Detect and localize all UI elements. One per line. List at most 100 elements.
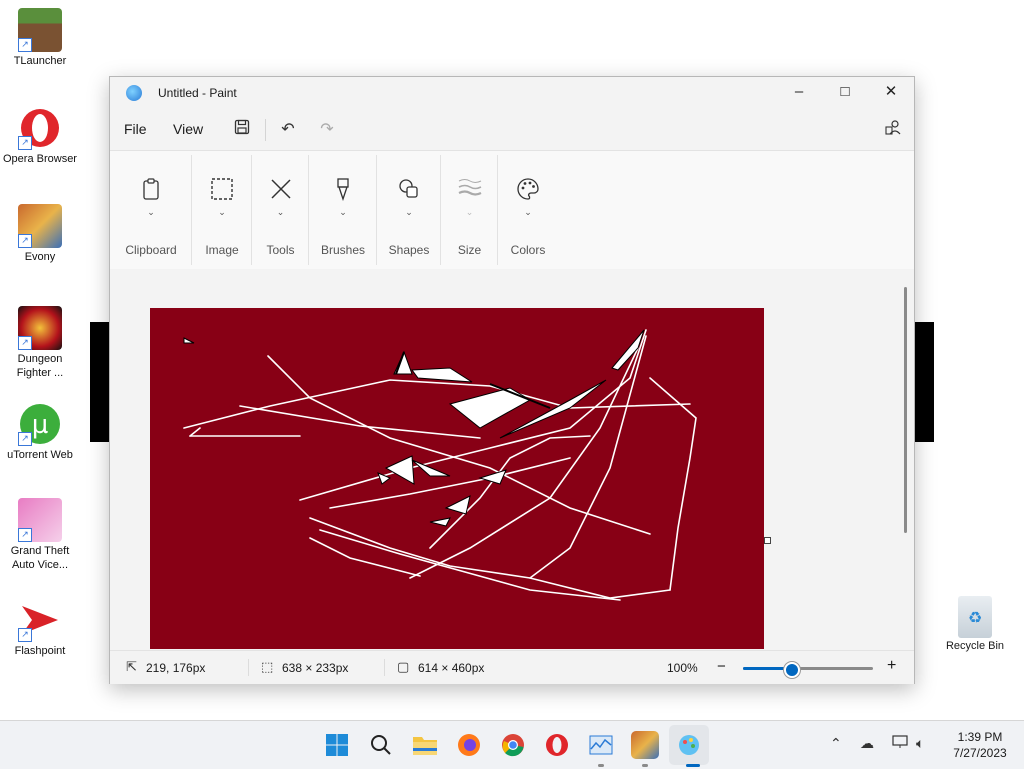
task-manager-icon[interactable] bbox=[587, 731, 615, 759]
desktop-icon-label: Opera Browser bbox=[3, 153, 77, 165]
ribbon-group-label: Clipboard bbox=[125, 243, 177, 257]
canvas-size: 614 × 460px bbox=[418, 661, 485, 675]
desktop-icon-gta-vice-city[interactable]: ↗ Grand Theft Auto Vice... bbox=[2, 498, 78, 572]
recycle-bin-icon: ♻ bbox=[958, 596, 992, 638]
desktop-icon-label: TLauncher bbox=[13, 55, 67, 67]
canvas-size-icon: ▢ bbox=[397, 659, 410, 674]
file-explorer-icon[interactable] bbox=[411, 731, 439, 759]
chevron-down-icon: ⌄ bbox=[465, 207, 474, 217]
desktop-icon-tlauncher[interactable]: ↗ TLauncher bbox=[2, 8, 78, 68]
system-clock[interactable]: 1:39 PM 7/27/2023 bbox=[940, 729, 1020, 761]
desktop-icon-label: Recycle Bin bbox=[945, 640, 1005, 652]
opera-icon[interactable] bbox=[543, 731, 571, 759]
shapes-icon bbox=[396, 177, 422, 203]
clock-time: 1:39 PM bbox=[957, 730, 1003, 744]
close-button[interactable]: ✕ bbox=[868, 77, 914, 109]
cursor-position: 219, 176px bbox=[146, 661, 206, 675]
desktop-icon-label: Evony bbox=[24, 251, 56, 263]
status-bar: ⇱ 219, 176px ⬚ 638 × 233px ▢ 614 × 460px… bbox=[110, 650, 914, 684]
desktop-icon-evony[interactable]: ↗ Evony bbox=[2, 204, 78, 264]
canvas-area bbox=[110, 269, 914, 649]
network-icon[interactable] bbox=[892, 735, 908, 752]
volume-icon[interactable]: 🔈︎ bbox=[916, 735, 924, 752]
chevron-up-icon[interactable]: ⌃ bbox=[830, 735, 842, 752]
running-indicator bbox=[642, 764, 648, 767]
maximize-button[interactable]: □ bbox=[822, 77, 868, 109]
file-menu[interactable]: File bbox=[124, 121, 147, 137]
view-menu[interactable]: View bbox=[173, 121, 203, 137]
ribbon-group-tools[interactable]: ⌄ Tools bbox=[252, 151, 309, 269]
chevron-down-icon: ⌄ bbox=[147, 207, 155, 217]
status-separator bbox=[248, 659, 249, 676]
minimize-button[interactable]: – bbox=[776, 77, 822, 109]
ribbon-group-size[interactable]: ⌄ Size bbox=[441, 151, 498, 269]
clock-date: 7/27/2023 bbox=[953, 746, 1007, 760]
svg-text:µ: µ bbox=[32, 410, 49, 440]
chevron-down-icon: ⌄ bbox=[339, 207, 347, 217]
selection-size-icon: ⬚ bbox=[261, 659, 274, 674]
desktop-icon-flashpoint[interactable]: ↗ Flashpoint bbox=[2, 598, 78, 658]
desktop-icon-label: Flashpoint bbox=[14, 645, 66, 657]
ribbon-toolbar: ⌄ Clipboard ⌄ Image ⌄ Tools ⌄ Brushes ⌄ … bbox=[110, 150, 914, 270]
ribbon-group-colors[interactable]: ⌄ Colors bbox=[498, 151, 558, 269]
cloud-offline-icon[interactable]: ☁ bbox=[860, 735, 874, 752]
menu-bar: File View ↶ ↷ bbox=[110, 111, 914, 149]
evony-icon: ↗ bbox=[18, 204, 62, 248]
desktop-icon-label: Dungeon Fighter ... bbox=[16, 353, 64, 379]
desktop-icon-recycle-bin[interactable]: ♻ Recycle Bin bbox=[940, 596, 1010, 652]
selection-size: 638 × 233px bbox=[282, 661, 349, 675]
menu-separator bbox=[265, 119, 266, 141]
desktop-icon-label: uTorrent Web bbox=[7, 449, 73, 461]
redo-icon[interactable]: ↷ bbox=[316, 119, 338, 141]
desktop-icon-utorrent[interactable]: µ ↗ uTorrent Web bbox=[2, 402, 78, 462]
taskbar: ⌃ ☁ 🔈︎ 1:39 PM 7/27/2023 bbox=[0, 720, 1024, 769]
zoom-out-button[interactable]: − bbox=[717, 658, 726, 675]
canvas-drawing bbox=[183, 329, 697, 601]
desktop-icon-opera[interactable]: ↗ Opera Browser bbox=[2, 106, 78, 166]
firefox-icon[interactable] bbox=[455, 731, 483, 759]
chevron-down-icon: ⌄ bbox=[218, 207, 226, 217]
tools-icon bbox=[268, 177, 294, 203]
desktop-icon-dungeon-fighter[interactable]: ↗ Dungeon Fighter ... bbox=[2, 306, 78, 380]
size-icon bbox=[457, 177, 483, 203]
drawing-canvas[interactable] bbox=[150, 308, 764, 649]
minecraft-block-icon: ↗ bbox=[18, 8, 62, 52]
ribbon-group-shapes[interactable]: ⌄ Shapes bbox=[377, 151, 441, 269]
chrome-icon[interactable] bbox=[499, 731, 527, 759]
cursor-icon: ⇱ bbox=[126, 659, 137, 674]
ribbon-group-label: Brushes bbox=[320, 243, 366, 257]
utorrent-icon: µ ↗ bbox=[18, 402, 62, 446]
paint-window: Untitled - Paint – □ ✕ File View ↶ ↷ ⌄ C… bbox=[109, 76, 915, 684]
palette-icon bbox=[515, 177, 541, 203]
chevron-down-icon: ⌄ bbox=[405, 207, 413, 217]
ribbon-group-image[interactable]: ⌄ Image bbox=[192, 151, 252, 269]
ribbon-group-clipboard[interactable]: ⌄ Clipboard bbox=[110, 151, 192, 269]
desktop-icon-label: Grand Theft Auto Vice... bbox=[10, 545, 70, 571]
search-icon[interactable] bbox=[367, 731, 395, 759]
evony-icon[interactable] bbox=[631, 731, 659, 759]
running-indicator bbox=[598, 764, 604, 767]
paint-icon[interactable] bbox=[675, 731, 703, 759]
flashpoint-icon: ↗ bbox=[18, 598, 62, 642]
zoom-level: 100% bbox=[667, 661, 698, 675]
ribbon-group-brushes[interactable]: ⌄ Brushes bbox=[309, 151, 377, 269]
selection-icon bbox=[209, 177, 235, 203]
save-icon[interactable] bbox=[231, 119, 253, 141]
zoom-in-button[interactable]: + bbox=[887, 657, 896, 675]
ribbon-group-label: Tools bbox=[266, 243, 295, 257]
chevron-down-icon: ⌄ bbox=[276, 207, 285, 217]
start-icon[interactable] bbox=[323, 731, 351, 759]
window-title: Untitled - Paint bbox=[158, 86, 237, 100]
undo-icon[interactable]: ↶ bbox=[277, 119, 299, 141]
vertical-scrollbar[interactable] bbox=[904, 287, 907, 533]
ribbon-group-label: Size bbox=[457, 243, 482, 257]
zoom-slider-thumb[interactable] bbox=[784, 662, 801, 678]
zoom-slider[interactable] bbox=[743, 662, 873, 678]
ribbon-group-label: Image bbox=[205, 243, 239, 257]
canvas-resize-handle[interactable] bbox=[764, 537, 771, 544]
clipboard-icon bbox=[138, 177, 164, 203]
account-icon[interactable] bbox=[882, 119, 904, 141]
title-bar[interactable]: Untitled - Paint – □ ✕ bbox=[110, 77, 914, 109]
opera-icon: ↗ bbox=[18, 106, 62, 150]
dungeon-fighter-icon: ↗ bbox=[18, 306, 62, 350]
